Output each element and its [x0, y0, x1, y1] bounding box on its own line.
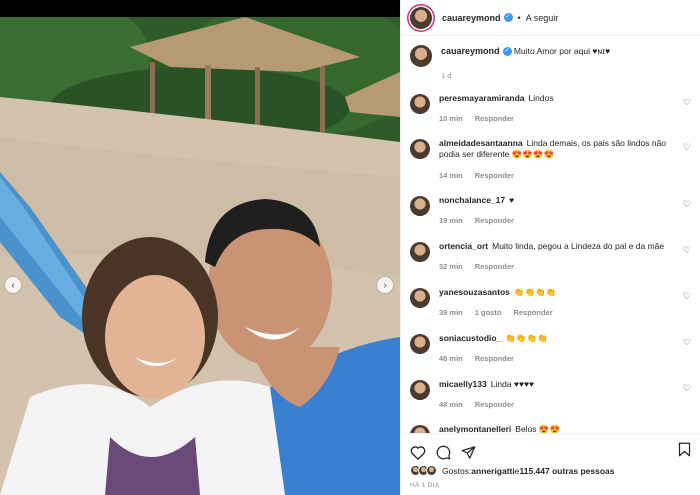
comment-text: Lindos: [528, 93, 554, 103]
post-actions-bar: Gostos: annerigatti e 115.447 outras pes…: [401, 433, 700, 495]
comment-like-count[interactable]: 1 gosto: [475, 308, 502, 317]
commenter-username[interactable]: ortencia_ort: [439, 241, 488, 251]
commenter-username[interactable]: soniacustodio_: [439, 333, 501, 343]
commenter-avatar[interactable]: [410, 94, 430, 114]
comment-text: Muito linda, pegou a Lindeza do pai e da…: [492, 241, 665, 251]
likes-count[interactable]: 115.447 outras pessoas: [519, 466, 614, 476]
bookmark-icon[interactable]: [678, 442, 691, 457]
comment-item: soniacustodio_ 👏👏👏👏 ♡ 48 min Responder: [410, 333, 691, 363]
commenter-avatar[interactable]: [410, 425, 430, 433]
comment-icon[interactable]: [436, 445, 451, 460]
commenter-avatar[interactable]: [410, 380, 430, 400]
comment-like-heart-icon[interactable]: ♡: [683, 383, 691, 394]
reply-button[interactable]: Responder: [475, 262, 514, 271]
commenter-username[interactable]: nonchalance_17: [439, 195, 505, 205]
commenter-username[interactable]: peresmayaramiranda: [439, 93, 525, 103]
verified-icon: ✓: [502, 47, 512, 57]
comment-item: ortencia_ort Muito linda, pegou a Lindeza…: [410, 241, 691, 271]
comment-text: Belos 😍😍: [515, 424, 561, 433]
comment-time: 39 min: [439, 308, 463, 317]
caption-author-username[interactable]: cauareymond: [441, 46, 500, 56]
comment-like-heart-icon[interactable]: ♡: [683, 291, 691, 302]
heart-icon[interactable]: [410, 445, 426, 460]
caption-author-avatar[interactable]: [410, 45, 432, 67]
comment-time: 14 min: [439, 171, 463, 180]
post-header: cauareymond ✓ • A seguir: [401, 0, 700, 36]
following-button[interactable]: A seguir: [526, 13, 559, 23]
comment-text: 👏👏👏👏: [513, 287, 557, 297]
commenter-username[interactable]: almeidadesantaanna: [439, 138, 523, 148]
comment-time: 32 min: [439, 262, 463, 271]
commenter-avatar[interactable]: [410, 139, 430, 159]
comment-like-heart-icon[interactable]: ♡: [683, 199, 691, 210]
reply-button[interactable]: Responder: [513, 308, 552, 317]
post-side-panel: cauareymond ✓ • A seguir cauareymond ✓ Mu…: [400, 0, 700, 495]
caption-text: Muito Amor por aqui ♥ɴɪ♥: [513, 46, 611, 56]
commenter-avatar[interactable]: [410, 196, 430, 216]
comment-like-heart-icon[interactable]: ♡: [683, 142, 691, 153]
reply-button[interactable]: Responder: [475, 171, 514, 180]
post-caption: cauareymond ✓ Muito Amor por aqui ♥ɴɪ♥ 1 …: [401, 37, 700, 81]
comment-text: Linda ♥♥♥♥: [490, 379, 535, 389]
comment-item: micaelly133 Linda ♥♥♥♥ ♡ 48 min Responder: [410, 379, 691, 409]
comment-item: nonchalance_17 ♥ ♡ 19 min Responder: [410, 195, 691, 225]
comment-item: anelymontanelleri Belos 😍😍: [410, 424, 691, 433]
comment-time: 48 min: [439, 354, 463, 363]
reply-button[interactable]: Responder: [475, 216, 514, 225]
reply-button[interactable]: Responder: [475, 400, 514, 409]
verified-icon: ✓: [503, 13, 513, 22]
comment-item: peresmayaramiranda Lindos ♡ 10 min Respond…: [410, 93, 691, 123]
comment-like-heart-icon[interactable]: ♡: [683, 97, 691, 108]
comment-time: 48 min: [439, 400, 463, 409]
separator-dot: •: [517, 12, 521, 23]
comment-item: almeidadesantaanna Linda demais, os pais …: [410, 138, 691, 180]
post-timestamp: HÁ 1 DIA: [410, 482, 440, 489]
comments-list[interactable]: cauareymond ✓ Muito Amor por aqui ♥ɴɪ♥ 1 …: [401, 37, 700, 433]
commenter-avatar[interactable]: [410, 242, 430, 262]
comment-time: 19 min: [439, 216, 463, 225]
caption-time: 1 d: [441, 71, 452, 80]
comment-time: 10 min: [439, 114, 463, 123]
likes-prefix: Gostos:: [442, 465, 472, 476]
post-photo[interactable]: ‹ ›: [0, 17, 400, 495]
first-liker-username[interactable]: annerigatti: [471, 466, 514, 476]
author-username[interactable]: cauareymond: [442, 13, 501, 23]
liker-avatar: [426, 465, 437, 476]
commenter-avatar[interactable]: [410, 288, 430, 308]
comment-text: ♥: [509, 195, 515, 205]
author-avatar[interactable]: [410, 6, 432, 29]
chevron-left-icon[interactable]: ‹: [5, 277, 21, 293]
commenter-username[interactable]: yanesouzasantos: [439, 287, 510, 297]
likes-summary[interactable]: Gostos: annerigatti e 115.447 outras pes…: [401, 465, 700, 476]
comment-text: 👏👏👏👏: [505, 333, 548, 343]
comment-item: yanesouzasantos 👏👏👏👏 ♡ 39 min 1 gosto Respo…: [410, 287, 691, 317]
commenter-username[interactable]: micaelly133: [439, 379, 487, 389]
reply-button[interactable]: Responder: [475, 354, 514, 363]
liker-avatars: [410, 465, 437, 476]
share-icon[interactable]: [461, 445, 476, 460]
commenter-username[interactable]: anelymontanelleri: [439, 424, 511, 433]
reply-button[interactable]: Responder: [475, 114, 514, 123]
comment-like-heart-icon[interactable]: ♡: [683, 245, 691, 256]
commenter-avatar[interactable]: [410, 334, 430, 354]
chevron-right-icon[interactable]: ›: [377, 277, 393, 293]
photo-illustration: [0, 17, 400, 495]
comment-like-heart-icon[interactable]: ♡: [683, 337, 691, 348]
